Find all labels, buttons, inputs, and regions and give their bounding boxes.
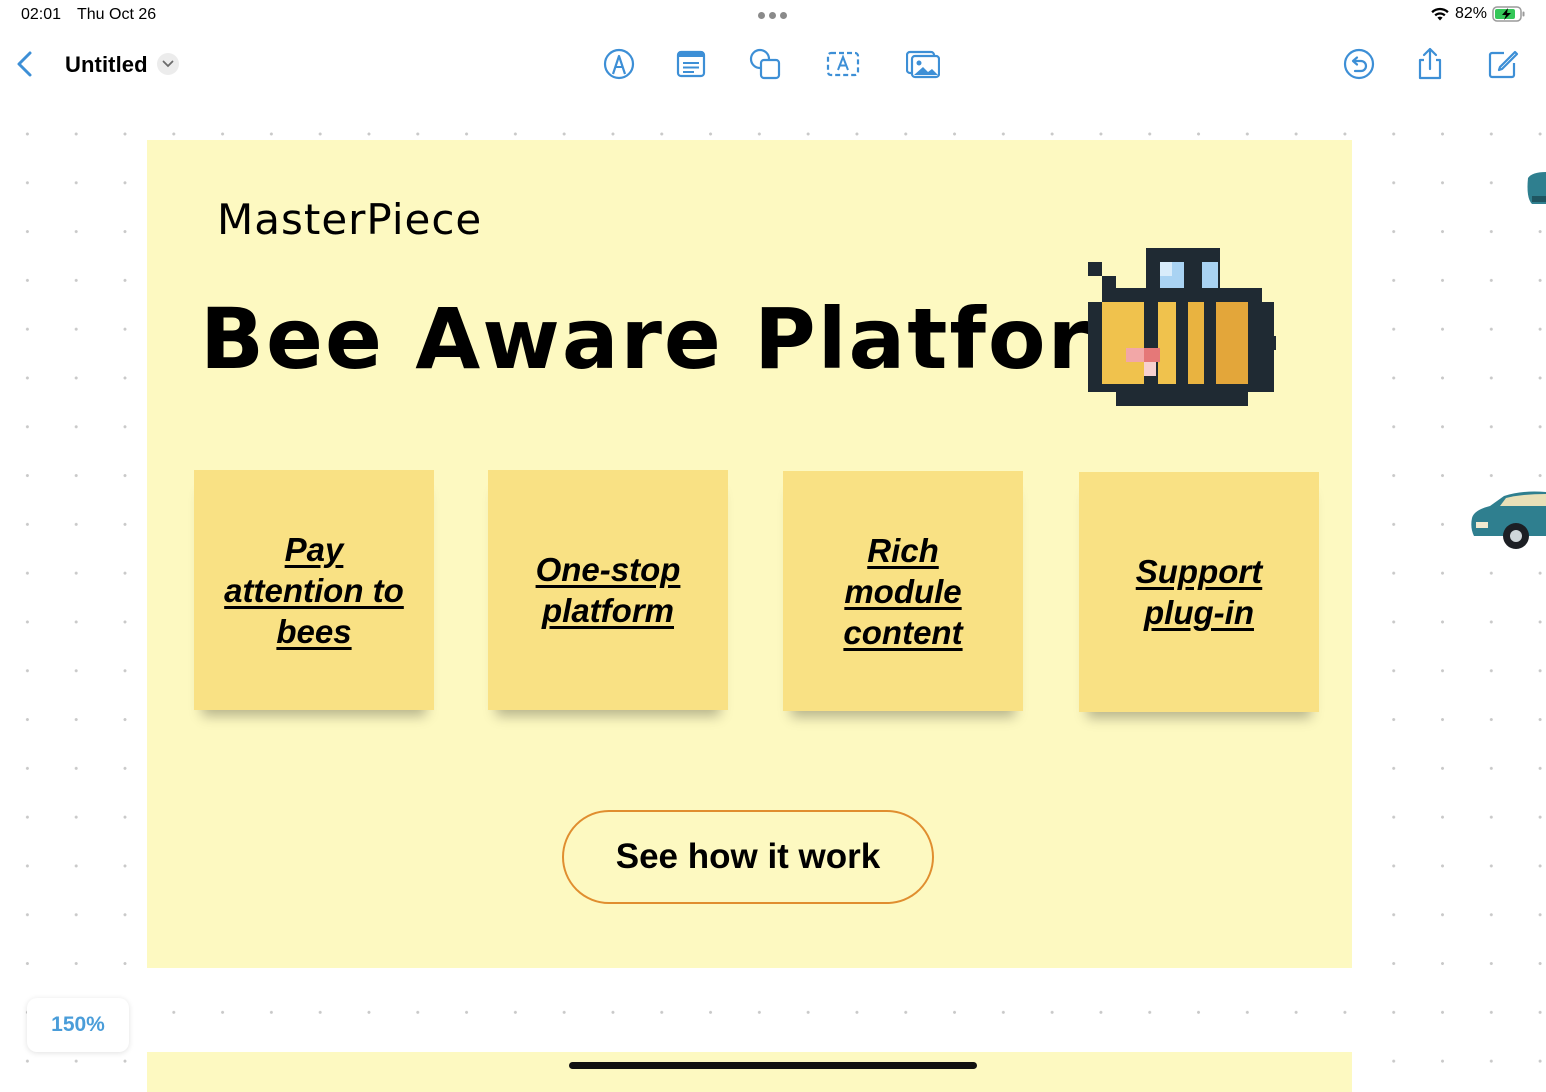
- back-button[interactable]: [12, 48, 40, 80]
- status-bar: 02:01 Thu Oct 26 82%: [0, 0, 1546, 32]
- toolbar: Untitled: [0, 32, 1546, 96]
- compose-icon: [1488, 50, 1519, 79]
- new-board-button[interactable]: [1486, 47, 1520, 81]
- bee-antenna-icon: [1088, 262, 1116, 290]
- home-indicator[interactable]: [569, 1062, 977, 1069]
- car-sticker-image[interactable]: [1524, 168, 1546, 208]
- text-box-icon: [676, 50, 706, 78]
- wifi-icon: [1431, 7, 1449, 21]
- insert-media-button[interactable]: [905, 47, 941, 81]
- sticky-note-text: Support plug-in: [1135, 553, 1263, 631]
- sticky-note[interactable]: Pay attention to bees: [194, 470, 434, 710]
- sticky-note[interactable]: Rich module content: [783, 471, 1023, 711]
- undo-button[interactable]: [1342, 47, 1376, 81]
- share-icon: [1418, 47, 1442, 80]
- text-frame-icon: [826, 51, 860, 77]
- shapes-button[interactable]: [748, 47, 782, 81]
- see-how-it-works-button[interactable]: See how it work: [562, 810, 934, 904]
- status-indicators: 82%: [1430, 5, 1526, 23]
- sticky-note-text: Pay attention to bees: [224, 530, 404, 650]
- chevron-down-icon: [162, 60, 174, 68]
- photo-icon: [905, 50, 941, 79]
- battery-charging-icon: [1492, 6, 1525, 22]
- zoom-level-button[interactable]: 150%: [27, 998, 129, 1052]
- title-menu-button[interactable]: [157, 53, 179, 75]
- document-title[interactable]: Untitled: [65, 52, 148, 78]
- pen-tip-icon: [603, 48, 635, 80]
- pen-tool-button[interactable]: [602, 47, 636, 81]
- brand-text[interactable]: MasterPiece: [217, 195, 482, 244]
- car-sticker-image[interactable]: [1470, 488, 1546, 554]
- chevron-left-icon: [17, 51, 32, 77]
- shapes-icon: [749, 48, 781, 80]
- text-button[interactable]: [826, 47, 860, 81]
- headline-text[interactable]: Bee Aware Platform: [200, 290, 1181, 388]
- board-frame-below[interactable]: [147, 1052, 1352, 1092]
- undo-icon: [1343, 48, 1375, 80]
- battery-percent: 82%: [1454, 5, 1487, 22]
- sticky-note-text: One-stop platform: [535, 551, 681, 629]
- sticky-note[interactable]: One-stop platform: [488, 470, 728, 710]
- sticky-note-button[interactable]: [674, 47, 708, 81]
- multitasking-dots-icon[interactable]: [758, 12, 787, 19]
- status-date: Thu Oct 26: [77, 6, 157, 23]
- share-button[interactable]: [1413, 47, 1447, 81]
- sticky-note-text: Rich module content: [843, 531, 963, 651]
- pixel-bee-image[interactable]: [1088, 248, 1278, 408]
- sticky-note[interactable]: Support plug-in: [1079, 472, 1319, 712]
- status-time: 02:01: [21, 6, 62, 23]
